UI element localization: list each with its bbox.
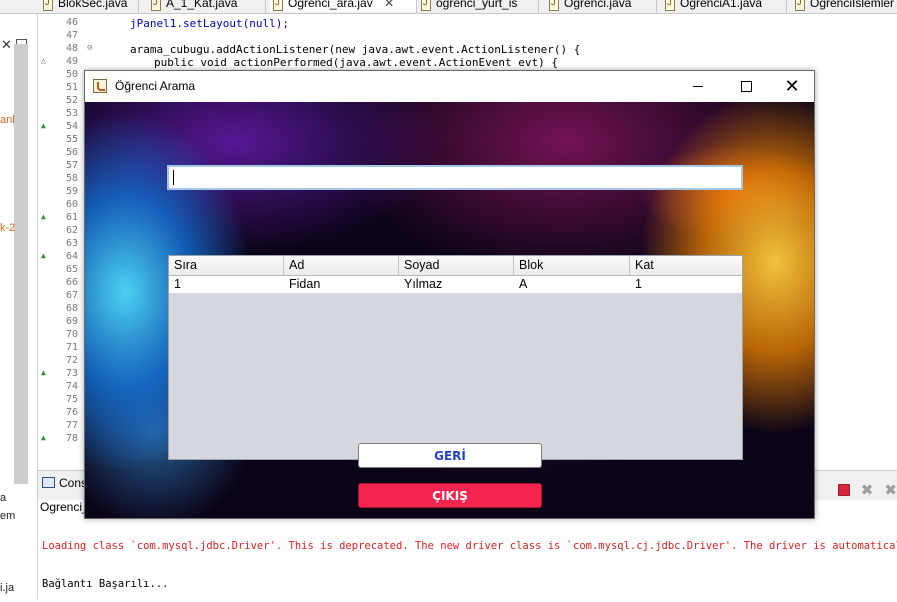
window-title: Öğrenci Arama (115, 79, 196, 93)
column-header-blok[interactable]: Blok (514, 256, 630, 275)
close-icon[interactable]: ✕ (384, 0, 394, 10)
title-bar[interactable]: Öğrenci Arama ✕ (85, 71, 814, 102)
console-output-line: Bağlantı Başarılı... (42, 578, 169, 590)
override-marker-icon: △ (41, 56, 46, 65)
override-marker-icon: ▲ (41, 251, 46, 260)
tab-ogrenci[interactable]: Ogrenci.java (546, 0, 656, 12)
java-file-icon (665, 0, 675, 11)
column-header-ad[interactable]: Ad (284, 256, 399, 275)
java-file-icon (795, 0, 805, 11)
close-icon: ✕ (784, 75, 800, 97)
code-line: public void actionPerformed(java.awt.eve… (154, 56, 558, 69)
column-header-soyad[interactable]: Soyad (399, 256, 514, 275)
table-cell: 1 (174, 277, 181, 291)
explorer-fragment: a (0, 492, 7, 504)
search-input[interactable] (167, 165, 743, 190)
column-header-kat[interactable]: Kat (630, 256, 742, 275)
tab-ogrencia1[interactable]: OgrenciA1.java (662, 0, 786, 12)
maximize-button[interactable] (723, 71, 769, 102)
console-icon (42, 477, 55, 488)
background-panel: Sıra Ad Soyad Blok Kat 1 Fidan Yılmaz A … (85, 102, 814, 518)
minimize-button[interactable] (675, 71, 721, 102)
back-button[interactable]: GERİ (358, 443, 542, 468)
terminate-icon[interactable] (837, 483, 850, 496)
tab-ogrenci-ara[interactable]: Ogrenci_ara.jav ✕ (270, 0, 416, 12)
line-number: 49 △ (41, 56, 78, 67)
override-marker-icon: ▲ (41, 433, 46, 442)
results-table[interactable]: Sıra Ad Soyad Blok Kat 1 Fidan Yılmaz A … (168, 255, 743, 460)
exit-button[interactable]: ÇIKIŞ (358, 483, 542, 508)
tab-ogrenci-yurt[interactable]: ogrenci_yurt_is (418, 0, 536, 12)
scrollbar[interactable] (14, 44, 28, 484)
table-cell: Yılmaz (404, 277, 443, 291)
table-header: Sıra Ad Soyad Blok Kat (169, 256, 742, 276)
console-tools: ✖ ✖ (832, 479, 897, 499)
explorer-fragment: anl (0, 114, 15, 126)
table-cell: 1 (635, 277, 642, 291)
java-file-icon (43, 0, 53, 11)
override-marker-icon: ▲ (41, 121, 46, 130)
line-number: 47 (65, 30, 78, 41)
java-file-icon (273, 0, 283, 11)
close-icon[interactable]: ✕ (1, 38, 12, 53)
column-header-sira[interactable]: Sıra (169, 256, 284, 275)
console-tab[interactable]: Cons (42, 476, 87, 490)
explorer-fragment: k-2 (0, 222, 16, 234)
tab-ogrenci-islemler[interactable]: OgrenciIslemler (792, 0, 897, 12)
explorer-fragment: i.ja (0, 582, 15, 594)
text-caret (173, 170, 174, 185)
remove-launch-icon[interactable]: ✖ (861, 481, 874, 499)
java-file-icon (549, 0, 559, 11)
java-file-icon (421, 0, 431, 11)
line-number: 46 (65, 17, 78, 28)
fold-icon[interactable]: ⊖ (87, 43, 92, 53)
code-line: arama_cubugu.addActionListener(new java.… (130, 43, 581, 56)
editor-tab-bar: BlokSec.java A_1_Kat.java Ogrenci_ara.ja… (0, 0, 897, 14)
table-cell: Fidan (289, 277, 321, 291)
console-output: Loading class `com.mysql.jdbc.Driver'. T… (42, 516, 897, 602)
java-file-icon (151, 0, 161, 11)
tab-a1kat[interactable]: A_1_Kat.java (148, 0, 263, 12)
override-marker-icon: ▲ (41, 212, 46, 221)
java-app-icon (93, 79, 107, 93)
remove-all-icon[interactable]: ✖ (884, 481, 897, 499)
close-button[interactable]: ✕ (769, 71, 815, 102)
maximize-icon (740, 81, 752, 92)
package-explorer-pane: ✕ anl k-2 a em i.ja (0, 14, 38, 599)
table-row[interactable]: 1 Fidan Yılmaz A 1 (169, 276, 742, 293)
console-error-line: Loading class `com.mysql.jdbc.Driver'. T… (42, 540, 897, 552)
override-marker-icon: ▲ (41, 368, 46, 377)
code-line: jPanel1.setLayout(null); (130, 17, 289, 30)
tab-bloksec[interactable]: BlokSec.java (40, 0, 140, 12)
table-cell: A (519, 277, 528, 291)
explorer-fragment: em (0, 510, 16, 522)
minimize-icon (693, 86, 703, 87)
line-number: 48 ⊖ (65, 43, 93, 54)
student-search-window: Öğrenci Arama ✕ Sıra Ad Soyad Blok Kat 1… (84, 70, 815, 519)
